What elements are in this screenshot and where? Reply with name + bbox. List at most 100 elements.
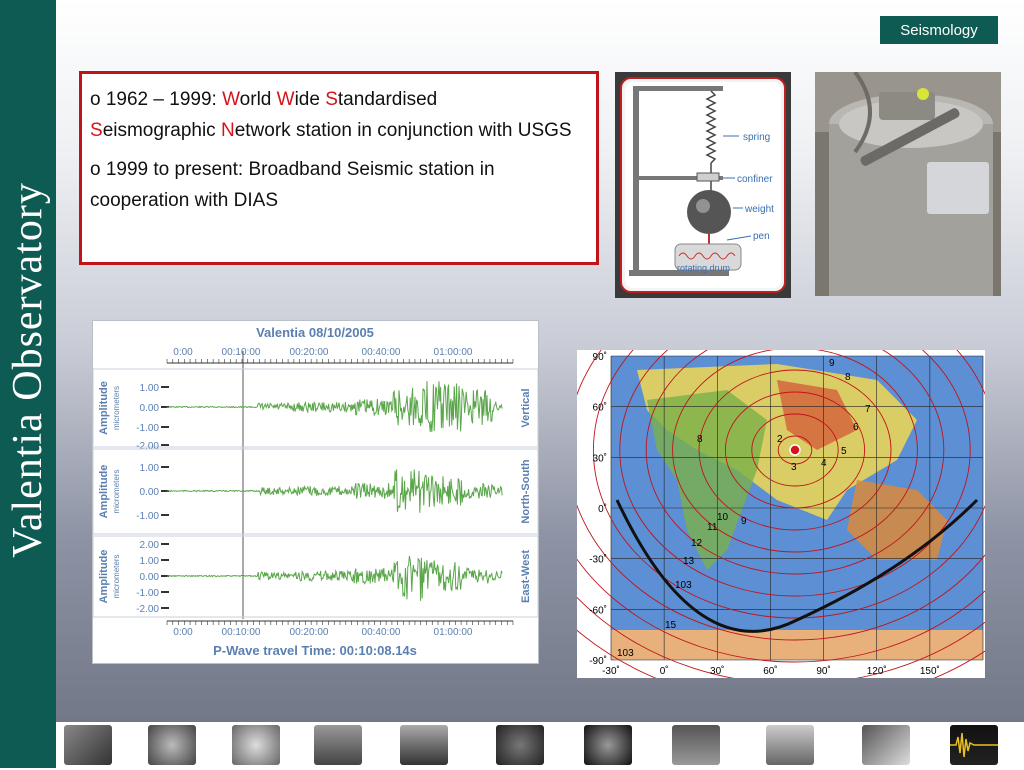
longitude-label: 90˚ bbox=[816, 665, 830, 677]
seismic-trace bbox=[166, 381, 503, 432]
seismometer-photo bbox=[815, 70, 1001, 296]
info-textbox: o 1962 – 1999: World Wide Standardised Se… bbox=[79, 71, 599, 265]
letter-s1: S bbox=[325, 89, 338, 110]
longitude-label: -30˚ bbox=[602, 665, 620, 677]
contour-label: 8 bbox=[697, 434, 703, 445]
letter-w1: W bbox=[222, 89, 240, 110]
y-axis-unit: micrometers bbox=[112, 469, 121, 513]
seismogram-panel: Valentia 08/10/2005 0:00 00:10:00 00:20:00 0… bbox=[92, 320, 539, 664]
contour-label: 9 bbox=[829, 358, 835, 369]
amplitude-tick-label: -2.00 bbox=[136, 604, 159, 615]
time-tick-label: 01:00:00 bbox=[434, 347, 473, 358]
y-axis-unit: micrometers bbox=[112, 386, 121, 430]
building-thumbnail bbox=[64, 725, 112, 765]
y-axis-label: Amplitude bbox=[98, 550, 110, 604]
latitude-label: 60˚ bbox=[593, 402, 607, 414]
seismogram-footer: P-Wave travel Time: 00:10:08.14s bbox=[213, 643, 417, 658]
y-axis-label: Amplitude bbox=[98, 381, 110, 435]
latitude-label: -60˚ bbox=[589, 604, 607, 616]
sidebar: Valentia Observatory bbox=[0, 0, 56, 768]
amplitude-tick-label: -1.00 bbox=[136, 423, 159, 434]
amplitude-tick-label: 1.00 bbox=[140, 463, 160, 474]
channel-name: East-West bbox=[520, 550, 532, 603]
longitude-label: 0˚ bbox=[660, 665, 669, 677]
letter-n1: N bbox=[220, 120, 235, 141]
seismic-trace bbox=[166, 555, 503, 601]
station-thumbnail bbox=[766, 725, 814, 765]
time-tick-label: 0:00 bbox=[173, 347, 193, 358]
amplitude-tick-label: -1.00 bbox=[136, 588, 159, 599]
time-tick-label: 0:00 bbox=[173, 627, 193, 638]
info-paragraph-2: o 1999 to present: Broadband Seismic sta… bbox=[90, 154, 588, 216]
word-ide: ide bbox=[294, 89, 326, 110]
longitude-label: 120˚ bbox=[867, 665, 887, 677]
contour-label: 7 bbox=[865, 404, 871, 415]
amplitude-tick-label: 0.00 bbox=[140, 403, 160, 414]
world-map: 9 8 7 6 5 4 3 2 8 10 9 11 12 13 103 15 103 90˚ 60˚ 30˚ 0˚ -30… bbox=[487, 193, 1024, 707]
latitude-label: 30˚ bbox=[593, 452, 607, 464]
contour-label: 3 bbox=[791, 462, 797, 473]
diagram-label-drum: rotating drum bbox=[677, 263, 730, 273]
time-tick-label: 00:40:00 bbox=[362, 347, 401, 358]
amplitude-tick-label: -2.00 bbox=[136, 441, 159, 452]
gauge-thumbnail bbox=[584, 725, 632, 765]
diagram-label-confiner: confiner bbox=[737, 174, 773, 185]
years-text: 1962 – 1999: bbox=[100, 89, 223, 110]
time-tick-label: 00:20:00 bbox=[290, 627, 329, 638]
tree-thumbnail bbox=[400, 725, 448, 765]
channel-name: North-South bbox=[520, 459, 532, 523]
amplitude-tick-label: 1.00 bbox=[140, 383, 160, 394]
bullet-marker: o bbox=[90, 89, 101, 110]
word-eismographic: eismographic bbox=[102, 120, 221, 141]
channel-name: Vertical bbox=[520, 388, 532, 427]
magnetometer-thumbnail bbox=[862, 725, 910, 765]
sidebar-title: Valentia Observatory bbox=[5, 182, 51, 558]
dome-thumbnail bbox=[148, 725, 196, 765]
amplitude-tick-label: 1.00 bbox=[140, 556, 160, 567]
amplitude-tick-label: -1.00 bbox=[136, 511, 159, 522]
contour-label: 12 bbox=[691, 538, 703, 549]
time-tick-label: 00:10:00 bbox=[222, 627, 261, 638]
contour-label: 103 bbox=[617, 648, 634, 659]
seismic-trace bbox=[166, 469, 503, 513]
contour-label: 15 bbox=[665, 620, 677, 631]
word-etwork: etwork station in conjunction with USGS bbox=[234, 120, 572, 141]
letter-w2: W bbox=[276, 89, 295, 110]
amplitude-tick-label: 2.00 bbox=[140, 540, 160, 551]
info-paragraph-1: o 1962 – 1999: World Wide Standardised Se… bbox=[90, 84, 588, 146]
longitude-label: 150˚ bbox=[920, 665, 940, 677]
contour-label: 13 bbox=[683, 556, 695, 567]
time-tick-label: 01:00:00 bbox=[434, 627, 473, 638]
latitude-label: 90˚ bbox=[593, 351, 607, 363]
diagram-label-weight: weight bbox=[744, 204, 774, 215]
sphere-thumbnail bbox=[232, 725, 280, 765]
contour-label: 9 bbox=[741, 516, 747, 527]
contour-label: 2 bbox=[777, 434, 783, 445]
seismometer-diagram: spring confiner weight pen rotating drum bbox=[615, 72, 791, 298]
contour-label: 6 bbox=[853, 422, 859, 433]
bullet-marker: o bbox=[90, 159, 101, 180]
latitude-label: 0˚ bbox=[598, 503, 607, 515]
contour-label: 5 bbox=[841, 446, 847, 457]
diagram-label-pen: pen bbox=[753, 231, 770, 242]
paragraph-2-text: 1999 to present: Broadband Seismic stati… bbox=[90, 159, 495, 211]
instrument-thumbnail bbox=[314, 725, 362, 765]
time-tick-label: 00:20:00 bbox=[290, 347, 329, 358]
time-tick-label: 00:40:00 bbox=[362, 627, 401, 638]
diagram-label-spring: spring bbox=[743, 132, 770, 143]
y-axis-unit: micrometers bbox=[112, 554, 121, 598]
amplitude-tick-label: 0.00 bbox=[140, 487, 160, 498]
seismogram-title: Valentia 08/10/2005 bbox=[256, 325, 374, 340]
word-orld: orld bbox=[239, 89, 277, 110]
letter-s2: S bbox=[90, 120, 103, 141]
thumbnail-strip bbox=[56, 722, 1024, 768]
aurora-thumbnail bbox=[672, 725, 720, 765]
amplitude-tick-label: 0.00 bbox=[140, 572, 160, 583]
longitude-label: 60˚ bbox=[763, 665, 777, 677]
contour-label: 8 bbox=[845, 372, 851, 383]
time-tick-label: 00:10:00 bbox=[222, 347, 261, 358]
contour-label: 4 bbox=[821, 458, 827, 469]
longitude-label: 30˚ bbox=[710, 665, 724, 677]
latitude-label: -30˚ bbox=[589, 554, 607, 566]
word-tandardised: tandardised bbox=[337, 89, 438, 110]
